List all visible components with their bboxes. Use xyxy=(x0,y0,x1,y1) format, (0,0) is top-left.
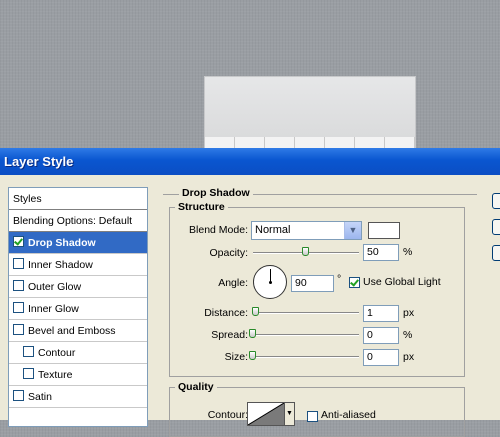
window-title: Layer Style xyxy=(4,154,74,169)
opacity-slider-thumb[interactable] xyxy=(302,247,309,256)
use-global-light-checkbox[interactable] xyxy=(349,277,360,288)
window-titlebar[interactable]: Layer Style xyxy=(0,148,500,175)
distance-slider-track xyxy=(253,312,359,314)
style-item-checkbox[interactable] xyxy=(13,236,24,247)
distance-unit: px xyxy=(403,307,415,319)
distance-input[interactable]: 1 xyxy=(363,305,399,322)
size-slider-track xyxy=(253,356,359,358)
size-input[interactable]: 0 xyxy=(363,349,399,366)
styles-list-header[interactable]: Styles xyxy=(9,188,147,210)
style-item-checkbox[interactable] xyxy=(23,346,34,357)
style-item-checkbox[interactable] xyxy=(13,302,24,313)
style-item-checkbox[interactable] xyxy=(13,280,24,291)
styles-list: Styles Blending Options: Default Drop Sh… xyxy=(8,187,148,427)
style-item-inner-glow[interactable]: Inner Glow xyxy=(9,298,147,320)
spread-input[interactable]: 0 xyxy=(363,327,399,344)
drop-shadow-panel: Drop Shadow Structure Blend Mode: Normal… xyxy=(163,187,477,437)
contour-dropdown-arrow[interactable]: ▼ xyxy=(285,402,295,426)
size-slider-thumb[interactable] xyxy=(249,351,256,360)
style-item-label: Contour xyxy=(38,347,76,359)
blend-mode-select[interactable]: Normal ▼ xyxy=(251,221,362,240)
distance-slider-thumb[interactable] xyxy=(252,307,260,316)
style-item-drop-shadow[interactable]: Drop Shadow xyxy=(9,232,147,254)
style-item-inner-shadow[interactable]: Inner Shadow xyxy=(9,254,147,276)
contour-preview[interactable] xyxy=(247,402,285,426)
style-item-label: Inner Shadow xyxy=(28,259,93,271)
style-item-texture[interactable]: Texture xyxy=(9,364,147,386)
size-label: Size: xyxy=(224,351,248,363)
style-item-satin[interactable]: Satin xyxy=(9,386,147,408)
new-style-button[interactable] xyxy=(492,245,500,261)
canvas-layer-preview xyxy=(204,76,416,149)
blend-mode-label: Blend Mode: xyxy=(189,224,248,236)
size-slider[interactable] xyxy=(249,351,359,360)
layer-style-dialog: Styles Blending Options: Default Drop Sh… xyxy=(0,175,500,437)
drop-shadow-title: Drop Shadow xyxy=(179,187,253,199)
style-item-checkbox[interactable] xyxy=(13,324,24,335)
chevron-down-icon[interactable]: ▼ xyxy=(344,222,361,239)
angle-label: Angle: xyxy=(218,277,248,289)
style-item-checkbox[interactable] xyxy=(23,368,34,379)
style-item-contour[interactable]: Contour xyxy=(9,342,147,364)
quality-title: Quality xyxy=(175,381,217,393)
style-item-checkbox[interactable] xyxy=(13,258,24,269)
size-unit: px xyxy=(403,351,415,363)
spread-slider-track xyxy=(253,334,359,336)
angle-input[interactable]: 90 xyxy=(291,275,334,292)
style-item-bevel-and-emboss[interactable]: Bevel and Emboss xyxy=(9,320,147,342)
spread-label: Spread: xyxy=(211,329,248,341)
anti-aliased-label: Anti-aliased xyxy=(321,409,376,421)
style-item-label: Outer Glow xyxy=(28,281,82,293)
opacity-input[interactable]: 50 xyxy=(363,244,399,261)
angle-unit: ° xyxy=(337,273,342,285)
blending-options-label: Blending Options: Default xyxy=(13,215,133,227)
opacity-slider[interactable] xyxy=(253,247,359,256)
style-item-checkbox[interactable] xyxy=(13,390,24,401)
cancel-button[interactable] xyxy=(492,219,500,235)
linear-contour-icon xyxy=(248,403,284,425)
style-item-label: Satin xyxy=(28,391,52,403)
angle-dial-center xyxy=(269,281,272,284)
blending-options-item[interactable]: Blending Options: Default xyxy=(9,210,147,232)
style-item-outer-glow[interactable]: Outer Glow xyxy=(9,276,147,298)
ok-button[interactable] xyxy=(492,193,500,209)
structure-title: Structure xyxy=(175,201,228,213)
anti-aliased-checkbox[interactable] xyxy=(307,411,318,422)
angle-dial[interactable] xyxy=(253,265,287,299)
opacity-unit: % xyxy=(403,246,413,258)
spread-slider-thumb[interactable] xyxy=(249,329,256,338)
use-global-light-label: Use Global Light xyxy=(363,276,441,288)
style-item-label: Bevel and Emboss xyxy=(28,325,116,337)
spread-slider[interactable] xyxy=(249,329,359,338)
style-item-label: Drop Shadow xyxy=(28,237,96,249)
blend-mode-value: Normal xyxy=(255,224,291,236)
opacity-label: Opacity: xyxy=(209,247,248,259)
spread-unit: % xyxy=(403,329,413,341)
style-item-label: Texture xyxy=(38,369,73,381)
distance-slider[interactable] xyxy=(252,307,359,316)
shadow-color-swatch[interactable] xyxy=(368,222,400,239)
styles-header-label: Styles xyxy=(13,193,42,205)
distance-label: Distance: xyxy=(204,307,248,319)
style-item-label: Inner Glow xyxy=(28,303,79,315)
contour-label: Contour: xyxy=(207,409,248,421)
